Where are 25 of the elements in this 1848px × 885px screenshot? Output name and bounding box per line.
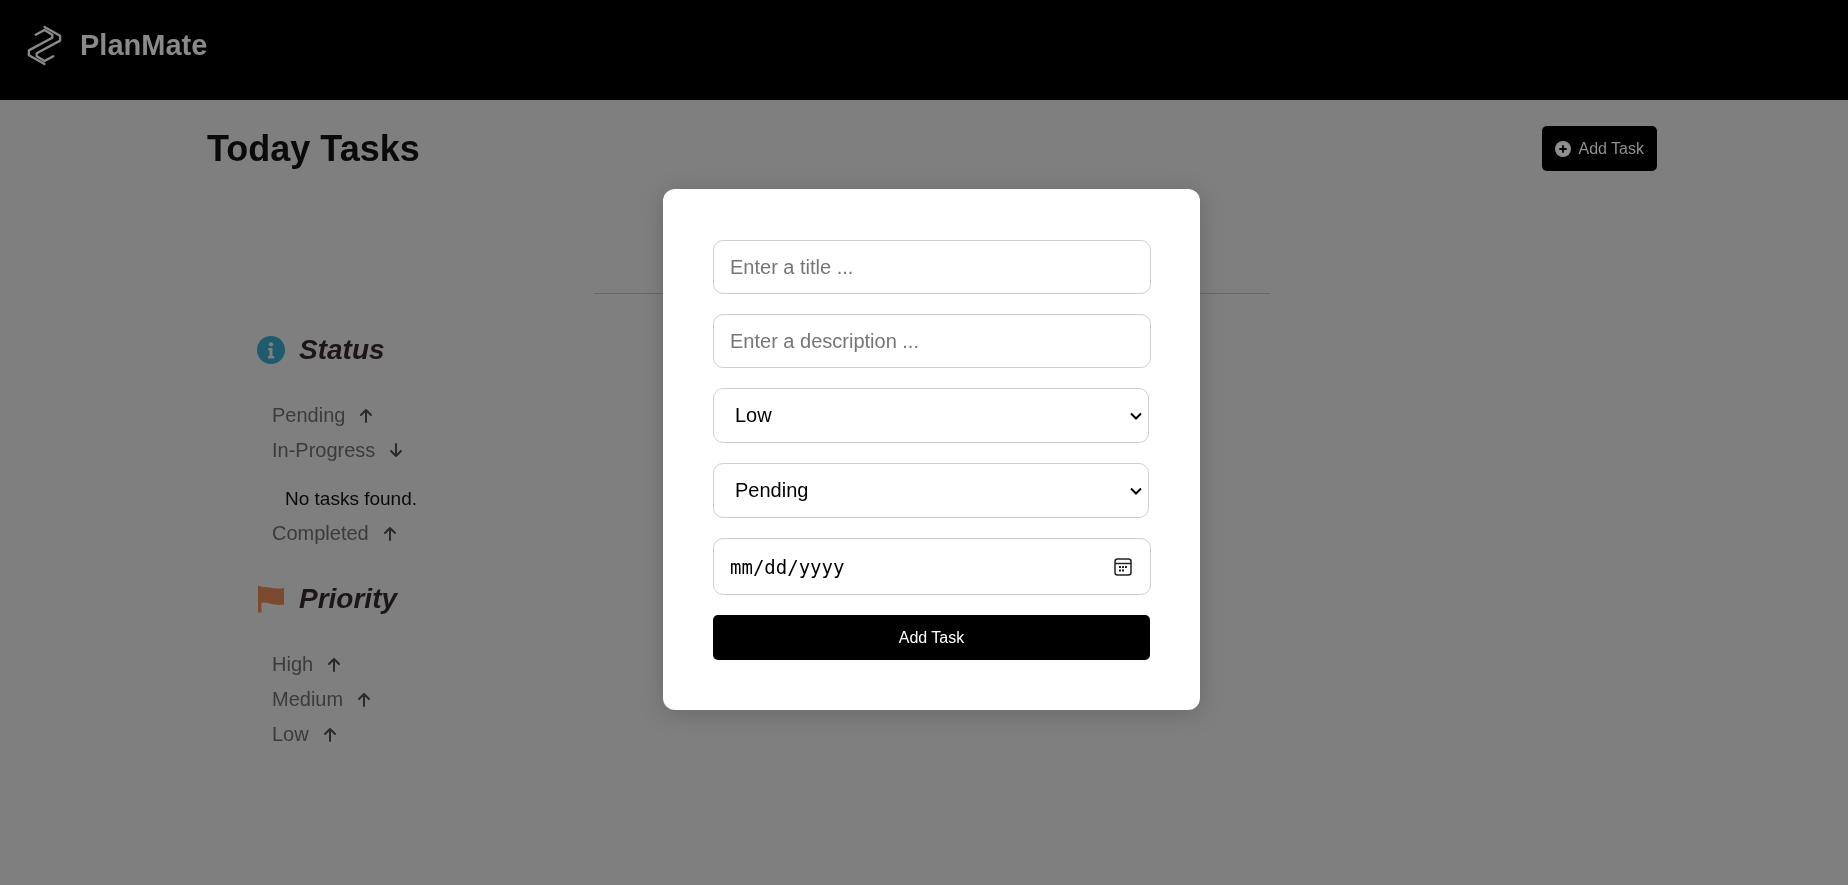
brand-name: PlanMate (80, 27, 208, 62)
text-input[interactable]: Enter a title ... (713, 240, 1151, 294)
section-heading: Status (299, 333, 385, 367)
logo-icon (25, 24, 64, 67)
info-icon (257, 336, 285, 364)
category-item[interactable]: Pending (272, 398, 374, 433)
section-heading: Priority (299, 582, 398, 616)
calendar-icon[interactable] (1114, 558, 1132, 576)
date-input[interactable]: mm/dd/yyyy (713, 538, 1151, 595)
category-item[interactable]: Low (272, 717, 337, 752)
text-input[interactable]: Enter a description ... (713, 314, 1151, 368)
plus-circle-icon (1555, 140, 1572, 157)
category-item[interactable]: Medium (272, 682, 372, 717)
page-title: Today Tasks (207, 127, 420, 171)
chevron-down-icon (1130, 411, 1142, 420)
flag-icon (257, 585, 285, 613)
category-item[interactable]: Completed (272, 516, 397, 551)
chevron-down-icon (1130, 486, 1142, 495)
dropdown[interactable]: Pending (713, 463, 1149, 518)
add-task-button[interactable]: Add Task (1542, 126, 1657, 171)
dropdown[interactable]: Low (713, 388, 1149, 443)
submit-button[interactable]: Add Task (713, 615, 1150, 660)
empty-message: No tasks found. (285, 487, 418, 511)
category-item[interactable]: In-Progress (272, 433, 404, 468)
category-item[interactable]: High (272, 647, 342, 682)
